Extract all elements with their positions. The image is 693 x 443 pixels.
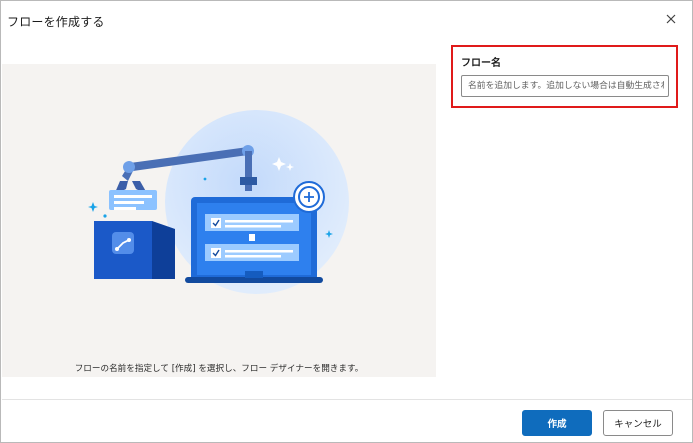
close-icon[interactable]	[664, 12, 678, 26]
create-flow-dialog: フローを作成する フローの名前を指定して [作成] を選択し、フロー デザイナー…	[0, 0, 693, 443]
flow-illustration	[88, 110, 349, 294]
illustration-panel: フローの名前を指定して [作成] を選択し、フロー デザイナーを開きます。	[2, 64, 436, 377]
card-icon	[109, 190, 157, 210]
illustration-caption: フローの名前を指定して [作成] を選択し、フロー デザイナーを開きます。	[74, 364, 364, 374]
dialog-title: フローを作成する	[7, 15, 105, 29]
flow-name-input[interactable]	[461, 75, 669, 97]
flow-name-section: フロー名	[451, 45, 678, 108]
cancel-button[interactable]: キャンセル	[603, 410, 673, 436]
plus-circle-icon	[293, 181, 325, 213]
footer-divider	[2, 399, 692, 400]
flow-name-label: フロー名	[461, 58, 501, 69]
box-icon	[94, 221, 175, 279]
create-button[interactable]: 作成	[522, 410, 592, 436]
